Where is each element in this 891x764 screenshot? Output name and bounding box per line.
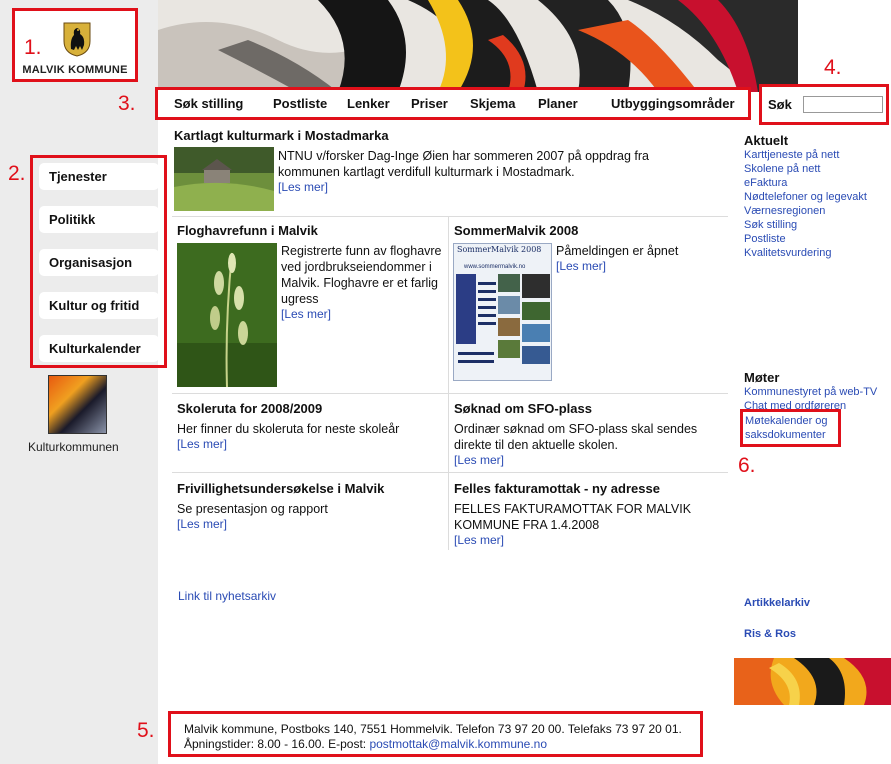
news-lead-title[interactable]: Kartlagt kulturmark i Mostadmarka [174, 128, 389, 143]
news-faktura-title[interactable]: Felles fakturamottak - ny adresse [454, 481, 660, 496]
news-frivillighet-more-link[interactable]: [Les mer] [177, 517, 227, 531]
kulturkommunen-label[interactable]: Kulturkommunen [28, 440, 119, 454]
moter-heading: Møter [744, 370, 780, 385]
divider [172, 216, 728, 217]
aktuelt-heading: Aktuelt [744, 133, 789, 148]
news-archive-link[interactable]: Link til nyhetsarkiv [178, 589, 276, 603]
sidebar-item-organisasjon[interactable]: Organisasjon [39, 249, 159, 276]
kulturkommunen-image[interactable] [48, 375, 107, 434]
footer-hours-text: Åpningstider: 8.00 - 16.00. E-post: [184, 737, 367, 751]
annotation-4: 4. [824, 56, 842, 79]
divider [172, 472, 728, 473]
news-floghavre-text-3: Malvik. Floghavre er et farlig [281, 276, 439, 290]
news-sommer-title[interactable]: SommerMalvik 2008 [454, 223, 578, 238]
right-artwork-banner [734, 658, 891, 705]
news-floghavre-text-2: ved jordbrukseiendommer i [281, 260, 432, 274]
aktuelt-link[interactable]: Værnesregionen [744, 205, 825, 217]
poster-url: www.sommermalvik.no [464, 264, 526, 270]
sidebar-item-kultur-og-fritid[interactable]: Kultur og fritid [39, 292, 159, 319]
footer: Malvik kommune, Postboks 140, 7551 Homme… [168, 711, 703, 757]
news-sfo-text-1: Ordinær søknad om SFO-plass skal sendes [454, 422, 698, 436]
menu-postliste[interactable]: Postliste [273, 96, 327, 111]
aktuelt-link[interactable]: Postliste [744, 233, 786, 245]
news-faktura-text-1: FELLES FAKTURAMOTTAK FOR MALVIK [454, 502, 692, 516]
menu-utbyggingsomrader[interactable]: Utbyggingsområder [611, 96, 735, 111]
sidebar-item-politikk[interactable]: Politikk [39, 206, 159, 233]
aktuelt-link[interactable]: Skolene på nett [744, 163, 820, 175]
header-banner-artwork [158, 0, 798, 92]
news-sfo-text-2: direkte til den aktuelle skolen. [454, 438, 618, 452]
search-area: Søk [759, 84, 889, 125]
news-sfo-title[interactable]: Søknad om SFO-plass [454, 401, 592, 416]
aktuelt-link[interactable]: Søk stilling [744, 219, 797, 231]
sidebar-item-tjenester[interactable]: Tjenester [39, 163, 159, 190]
news-lead-text-1: NTNU v/forsker Dag-Inge Øien har sommere… [278, 149, 650, 163]
news-floghavre-photo[interactable] [177, 243, 277, 387]
meeting-calendar-line-2: saksdokumenter [745, 429, 826, 441]
annotation-2: 2. [8, 162, 26, 185]
news-sommer-text-1: Påmeldingen er åpnet [556, 244, 679, 258]
aktuelt-link[interactable]: Karttjeneste på nett [744, 149, 839, 161]
moter-link-webtv[interactable]: Kommunestyret på web-TV [744, 386, 877, 398]
news-floghavre-more-link[interactable]: [Les mer] [281, 307, 331, 321]
search-input[interactable] [803, 96, 883, 113]
menu-lenker[interactable]: Lenker [347, 96, 390, 111]
annotation-5: 5. [137, 719, 155, 742]
news-frivillighet-text-1: Se presentasjon og rapport [177, 502, 328, 516]
annotation-6: 6. [738, 454, 756, 477]
annotation-3: 3. [118, 92, 136, 115]
news-skoleruta-title[interactable]: Skoleruta for 2008/2009 [177, 401, 322, 416]
footer-email-link[interactable]: postmottak@malvik.kommune.no [369, 737, 547, 751]
news-lead-text-2: kommunen kartlagt verdifull kulturmark i… [278, 165, 575, 179]
sidebar-nav: Tjenester Politikk Organisasjon Kultur o… [30, 155, 167, 368]
news-faktura-text-2: KOMMUNE FRA 1.4.2008 [454, 518, 600, 532]
search-label: Søk [768, 97, 792, 112]
artikkelarkiv-link[interactable]: Artikkelarkiv [744, 597, 810, 609]
aktuelt-link[interactable]: eFaktura [744, 177, 787, 189]
news-sfo-more-link[interactable]: [Les mer] [454, 453, 504, 467]
aktuelt-link[interactable]: Nødtelefoner og legevakt [744, 191, 867, 203]
meeting-calendar-line-1: Møtekalender og [745, 415, 828, 427]
news-lead-more-link[interactable]: [Les mer] [278, 180, 328, 194]
news-lead-photo[interactable] [174, 147, 274, 211]
news-floghavre-text-1: Registrerte funn av floghavre [281, 244, 442, 258]
news-skoleruta-text-1: Her finner du skoleruta for neste skoleå… [177, 422, 400, 436]
poster-collage [456, 274, 550, 364]
menu-priser[interactable]: Priser [411, 96, 448, 111]
news-floghavre-text-4: ugress [281, 292, 319, 306]
meeting-calendar-link[interactable]: Møtekalender og saksdokumenter [740, 409, 841, 447]
logo-text: MALVIK KOMMUNE [22, 64, 128, 76]
news-floghavre-title[interactable]: Floghavrefunn i Malvik [177, 223, 318, 238]
footer-hours: Åpningstider: 8.00 - 16.00. E-post: post… [184, 737, 547, 751]
capercaillie-logo-icon [63, 22, 91, 57]
footer-address: Malvik kommune, Postboks 140, 7551 Homme… [184, 722, 682, 736]
sidebar-item-kulturkalender[interactable]: Kulturkalender [39, 335, 159, 362]
news-frivillighet-title[interactable]: Frivillighetsundersøkelse i Malvik [177, 481, 384, 496]
aktuelt-link[interactable]: Kvalitetsvurdering [744, 247, 831, 259]
news-faktura-more-link[interactable]: [Les mer] [454, 533, 504, 547]
news-sommer-more-link[interactable]: [Les mer] [556, 259, 606, 273]
annotation-1: 1. [24, 36, 42, 59]
news-skoleruta-more-link[interactable]: [Les mer] [177, 437, 227, 451]
news-sommer-poster[interactable]: SommerMalvik 2008 www.sommermalvik.no [453, 243, 552, 381]
divider [172, 393, 728, 394]
poster-title: SommerMalvik 2008 [457, 245, 542, 254]
ris-ros-link[interactable]: Ris & Ros [744, 628, 796, 640]
menu-skjema[interactable]: Skjema [470, 96, 516, 111]
menu-sok-stilling[interactable]: Søk stilling [174, 96, 243, 111]
menu-planer[interactable]: Planer [538, 96, 578, 111]
column-divider [448, 216, 449, 550]
top-menu: Søk stilling Postliste Lenker Priser Skj… [155, 87, 751, 120]
